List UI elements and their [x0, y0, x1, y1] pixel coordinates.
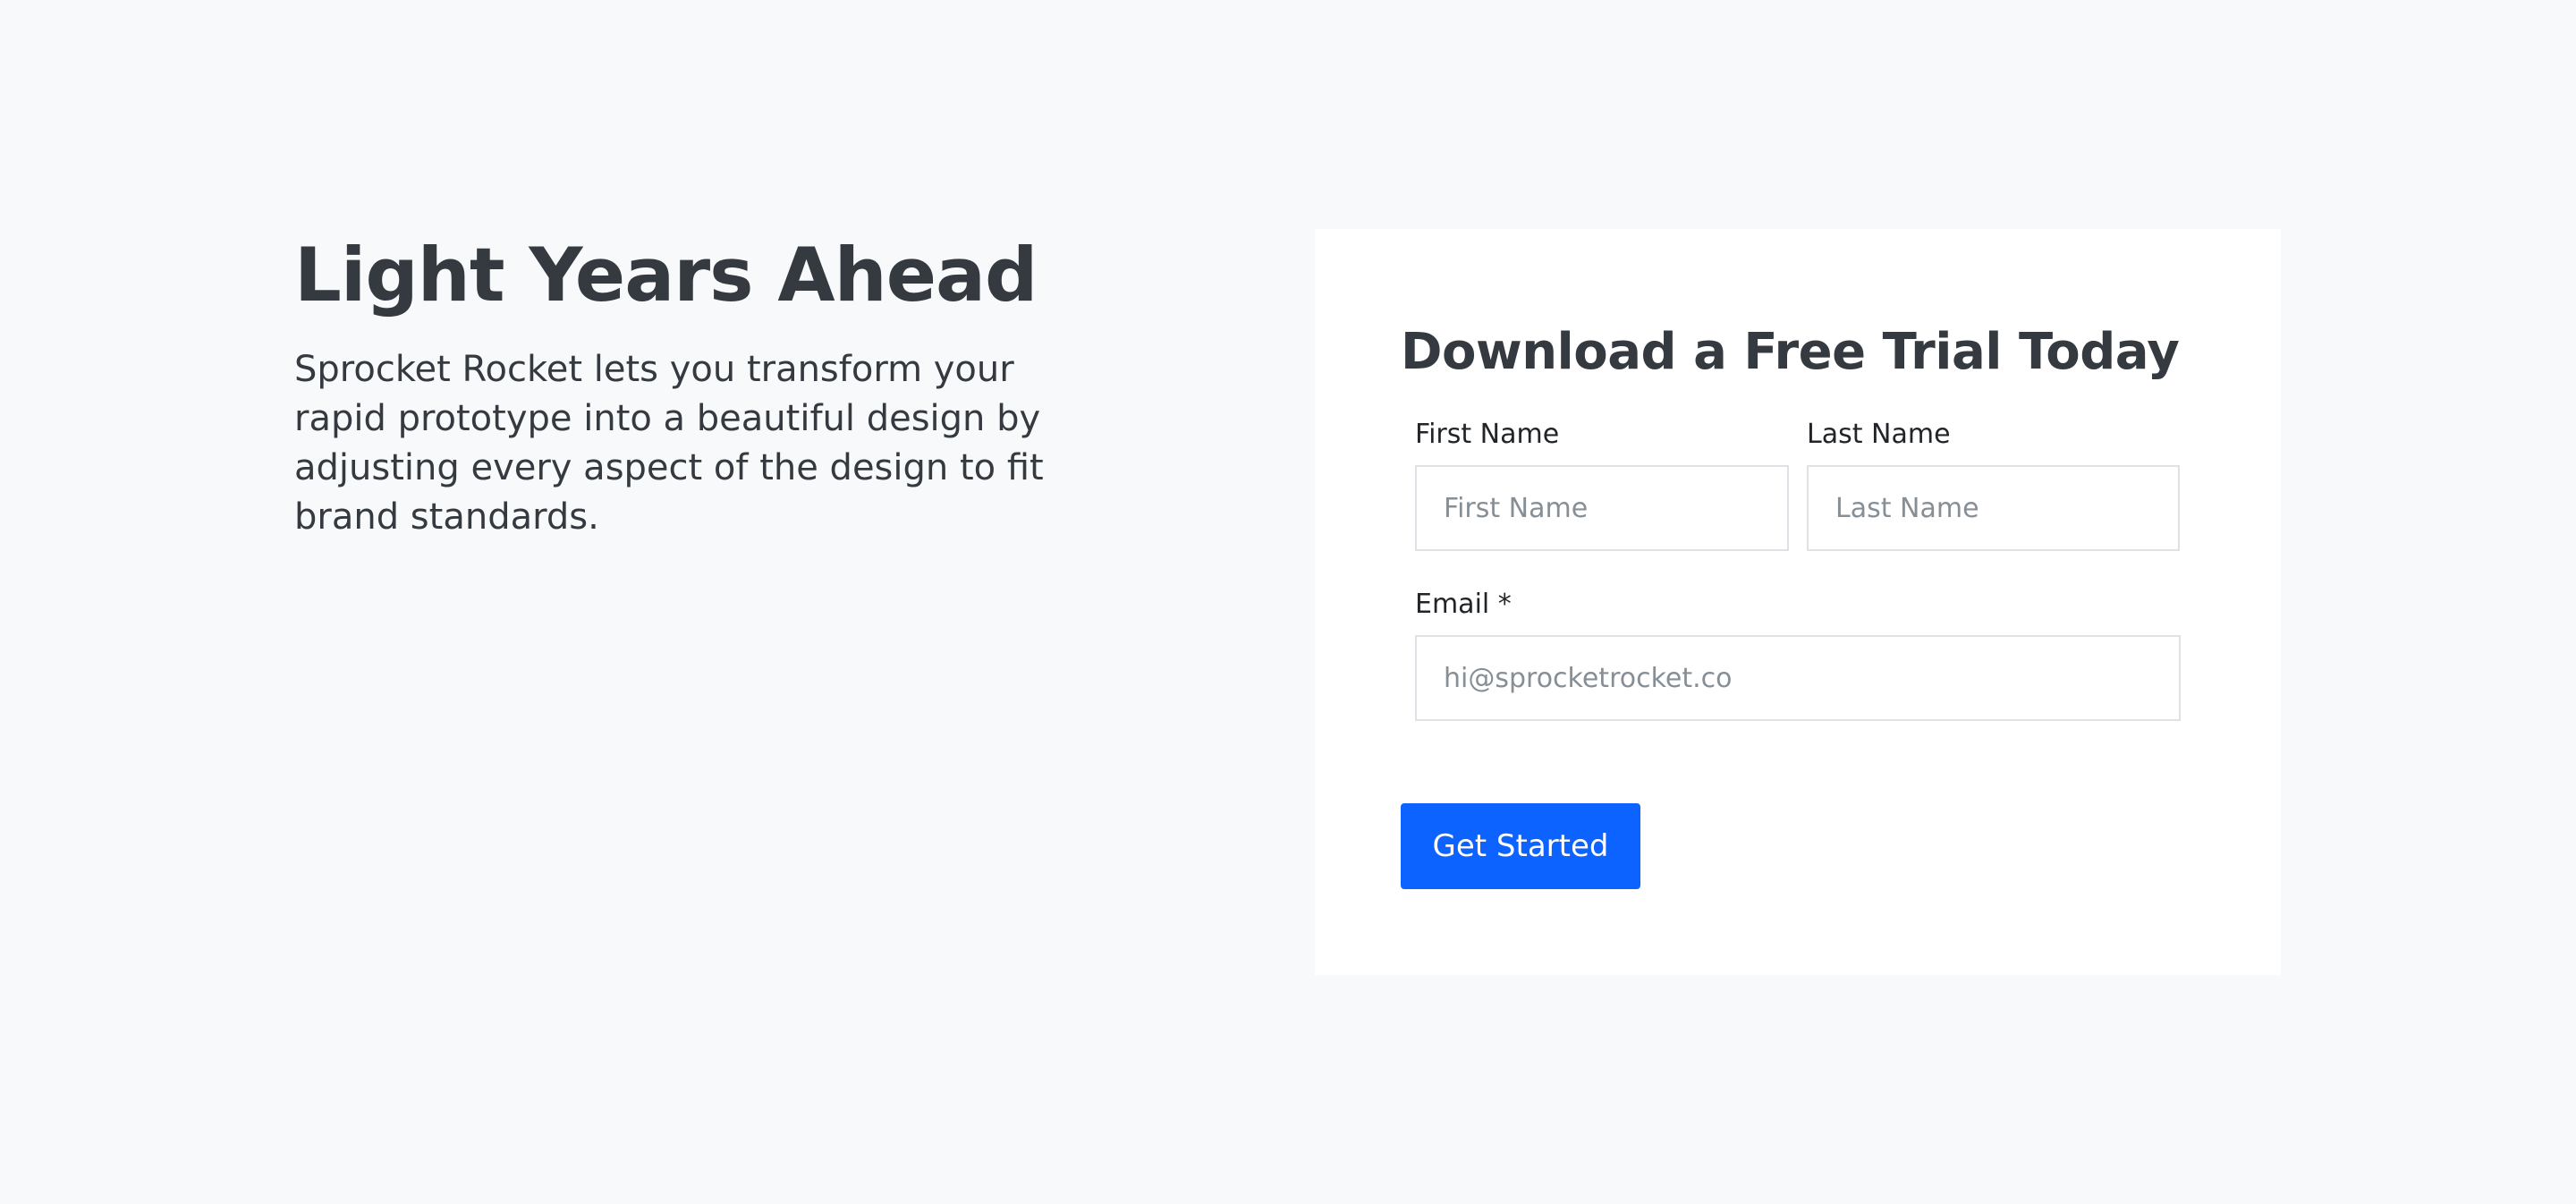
- last-name-input[interactable]: [1807, 465, 2180, 551]
- first-name-label: First Name: [1415, 419, 1560, 450]
- hero-section: Light Years Ahead Sprocket Rocket lets y…: [294, 227, 1081, 542]
- first-name-input[interactable]: [1415, 465, 1789, 551]
- get-started-button[interactable]: Get Started: [1401, 803, 1640, 889]
- email-label: Email *: [1415, 589, 1512, 620]
- email-input[interactable]: [1415, 635, 2181, 721]
- last-name-label: Last Name: [1807, 419, 1951, 450]
- hero-description: Sprocket Rocket lets you transform your …: [294, 349, 1044, 538]
- trial-signup-form: Download a Free Trial Today First Name L…: [1315, 229, 2281, 975]
- hero-title: Light Years Ahead: [294, 232, 1038, 318]
- form-title: Download a Free Trial Today: [1401, 323, 2180, 381]
